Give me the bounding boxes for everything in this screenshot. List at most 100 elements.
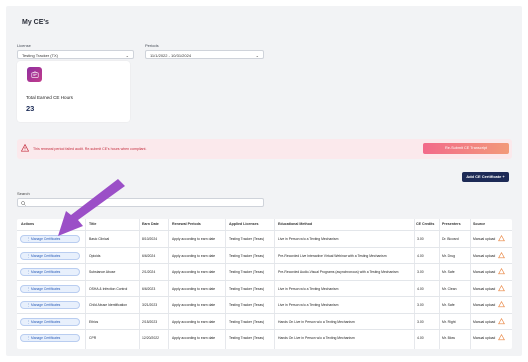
cell-source: Manual upload: [473, 303, 496, 307]
manage-certificates-button[interactable]: ⋮ Manage Certificates: [20, 301, 80, 309]
periods-value: 11/1/2022 - 10/31/2024: [150, 53, 192, 59]
manage-icon: ⋮: [27, 336, 31, 340]
audit-alert: This renewal period failed audit. Re-sub…: [17, 139, 512, 159]
table-row: ⋮ Manage Certificates Basic Clinical 8/10…: [17, 230, 512, 247]
header-ce-credits: CE Credits: [416, 222, 435, 226]
cell-presenter: Mr. Safe: [442, 303, 455, 307]
manage-certificates-button[interactable]: ⋮ Manage Certificates: [20, 235, 80, 243]
cell-renewal-period: Apply according to earn date: [172, 303, 216, 307]
periods-label: Periods: [145, 43, 159, 48]
search-input[interactable]: [17, 198, 264, 207]
total-hours-label: Total Earned CE Hours: [26, 95, 73, 100]
cell-renewal-period: Apply according to earn date: [172, 336, 216, 340]
cell-presenter: Mr. Blow: [442, 336, 455, 340]
cell-title: Substance Abuse: [89, 270, 116, 274]
chevron-down-icon: ⌄: [255, 53, 259, 58]
periods-select[interactable]: 11/1/2022 - 10/31/2024 ⌄: [145, 50, 264, 59]
page-title: My CE's: [22, 19, 49, 26]
header-title: Title: [89, 222, 97, 226]
manage-certificates-button[interactable]: ⋮ Manage Certificates: [20, 284, 80, 293]
header-applied-licenses: Applied Licenses: [229, 222, 259, 226]
cell-title: Ethics: [89, 319, 99, 324]
cell-earn-date: 2/15/2023: [142, 319, 158, 324]
cell-title: OSHA & Infection Control: [89, 286, 128, 291]
resubmit-transcript-button[interactable]: Re-Submit CE Transcript: [423, 143, 509, 154]
cell-license: Testing Tracker (Texas): [229, 319, 265, 324]
table-row: ⋮ Manage Certificates Ethics 2/15/2023 Ap…: [17, 312, 512, 330]
table-row: ⋮ Manage Certificates Opioids 6/6/2024 Ap…: [17, 246, 512, 264]
cell-credits: 3.00: [417, 303, 424, 307]
cell-method: Hands On Live in Person w/o a Texting Me…: [278, 336, 355, 340]
warning-icon: [21, 144, 29, 152]
cell-credits: 4.00: [417, 253, 424, 258]
chevron-down-icon: ⌄: [125, 53, 129, 58]
upload-icon[interactable]: [498, 334, 505, 341]
manage-icon: ⋮: [27, 303, 31, 307]
header-source: Source: [473, 222, 486, 226]
cell-license: Testing Tracker (Texas): [229, 303, 265, 307]
cell-source: Manual upload: [473, 270, 496, 274]
cell-source: Manual upload: [473, 237, 496, 241]
cell-earn-date: 8/10/2024: [142, 237, 158, 241]
header-earn-date: Earn Date: [142, 222, 159, 226]
upload-icon[interactable]: [498, 235, 505, 242]
manage-certificates-button[interactable]: ⋮ Manage Certificates: [20, 334, 80, 342]
cell-earn-date: 12/20/2022: [142, 336, 159, 340]
cell-earn-date: 2/1/2024: [142, 270, 156, 274]
cell-method: Pre-Recorded Live Interactive Virtual We…: [278, 253, 387, 258]
cell-presenter: Mr. Right: [442, 319, 456, 324]
cell-method: Live in Person w/o a Texting Mechanism: [278, 303, 339, 307]
license-label: License: [17, 43, 31, 48]
alert-message: This renewal period failed audit. Re-sub…: [33, 146, 147, 151]
search-label: Search: [17, 191, 30, 196]
cell-renewal-period: Apply according to earn date: [172, 270, 216, 274]
cell-credits: 3.00: [417, 319, 424, 324]
manage-icon: ⋮: [27, 286, 31, 291]
add-ce-certificate-button[interactable]: Add CE Certificate +: [462, 172, 509, 182]
upload-icon[interactable]: [498, 317, 505, 325]
upload-icon[interactable]: [498, 268, 505, 275]
header-educational-method: Educational Method: [278, 222, 313, 226]
cell-source: Manual upload: [473, 286, 496, 291]
manage-icon: ⋮: [27, 270, 31, 274]
manage-icon: ⋮: [27, 253, 31, 258]
license-value: Testing Tracker (TX): [22, 53, 59, 59]
manage-certificates-button[interactable]: ⋮ Manage Certificates: [20, 268, 80, 276]
cell-method: Pre-Recorded Audio-Visual Programs (asyn…: [278, 270, 399, 274]
cell-renewal-period: Apply according to earn date: [172, 253, 216, 258]
license-select[interactable]: Testing Tracker (TX) ⌄: [17, 50, 134, 59]
cell-method: Live in Person w/o a Texting Mechanism: [278, 237, 339, 241]
upload-icon[interactable]: [498, 301, 505, 308]
ce-table: Actions Title Earn Date Renewal Periods …: [17, 219, 512, 349]
header-actions: Actions: [21, 222, 35, 226]
manage-certificates-button[interactable]: ⋮ Manage Certificates: [20, 251, 80, 260]
cell-renewal-period: Apply according to earn date: [172, 237, 216, 241]
total-hours-card: Total Earned CE Hours 23: [17, 61, 130, 122]
cell-license: Testing Tracker (Texas): [229, 237, 265, 241]
cell-license: Testing Tracker (Texas): [229, 336, 265, 340]
cell-source: Manual upload: [473, 336, 496, 340]
upload-icon[interactable]: [498, 251, 505, 259]
manage-icon: ⋮: [27, 319, 31, 324]
table-row: ⋮ Manage Certificates OSHA & Infection Co…: [17, 279, 512, 297]
cell-title: Child Abuse Identification: [89, 303, 128, 307]
manage-certificates-button[interactable]: ⋮ Manage Certificates: [20, 317, 80, 326]
cell-title: Opioids: [89, 253, 101, 258]
cell-renewal-period: Apply according to earn date: [172, 319, 216, 324]
cell-license: Testing Tracker (Texas): [229, 253, 265, 258]
cell-source: Manual upload: [473, 319, 496, 324]
cell-title: Basic Clinical: [89, 237, 110, 241]
cell-credits: 3.00: [417, 237, 424, 241]
header-renewal-periods: Renewal Periods: [172, 222, 201, 226]
cell-method: Live in Person w/o a Texting Mechanism: [278, 286, 339, 291]
upload-icon[interactable]: [498, 284, 505, 292]
cell-presenter: Dr. Bicvard: [442, 237, 459, 241]
total-hours-value: 23: [26, 104, 35, 113]
cell-license: Testing Tracker (Texas): [229, 270, 265, 274]
cell-credits: 4.00: [417, 286, 424, 291]
table-row: ⋮ Manage Certificates CPR 12/20/2022 Appl…: [17, 329, 512, 346]
cell-title: CPR: [89, 336, 97, 340]
certificate-icon: [27, 67, 42, 82]
cell-renewal-period: Apply according to earn date: [172, 286, 216, 291]
manage-icon: ⋮: [27, 237, 31, 241]
